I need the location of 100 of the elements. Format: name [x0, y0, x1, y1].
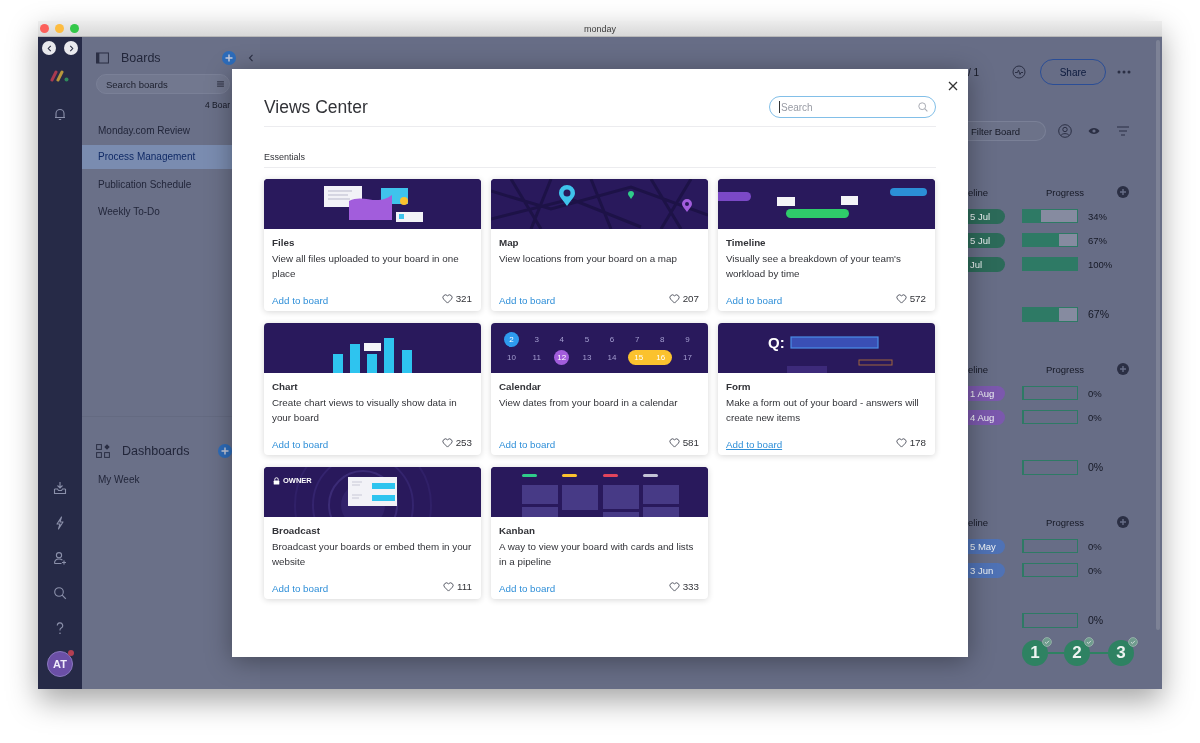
heart-icon[interactable]	[895, 438, 907, 448]
back-button[interactable]	[42, 41, 56, 55]
board-counter: / 1	[968, 66, 981, 78]
chart-bar	[350, 344, 360, 373]
sidebar-panel-icon[interactable]	[96, 52, 109, 64]
progress-reading: 0%	[1088, 614, 1104, 626]
step-circle[interactable]: 1	[1022, 640, 1048, 666]
board-item[interactable]: Monday.com Review	[82, 117, 232, 144]
card-description: View all files uploaded to your board in one place	[272, 252, 460, 281]
column-header: Progress	[1046, 186, 1085, 198]
person-icon[interactable]	[1058, 124, 1072, 138]
timeline-pill[interactable]: 5 May	[968, 538, 1005, 554]
progress-track	[1022, 612, 1078, 628]
more-icon[interactable]	[1117, 70, 1131, 74]
add-dashboard-button[interactable]	[218, 444, 232, 458]
view-card[interactable]: Q: Form Make a form out of your board - answers will create new items Add to board 178	[718, 323, 935, 455]
card-description: Make a form out of your board - answers will create new items	[726, 396, 920, 425]
search-icon[interactable]	[53, 586, 67, 600]
chevron-left-icon[interactable]	[248, 54, 254, 62]
section-title: Dashboards	[122, 443, 190, 459]
window-title: monday	[584, 22, 616, 35]
search-field[interactable]: Search	[769, 96, 936, 118]
search-icon[interactable]	[918, 102, 928, 112]
add-to-board-link[interactable]: Add to board	[499, 294, 556, 308]
bell-icon[interactable]	[53, 107, 67, 121]
chart-bar	[333, 354, 343, 373]
timeline-pill[interactable]: Jul	[968, 256, 1005, 272]
heart-icon[interactable]	[668, 438, 680, 448]
view-card[interactable]: 2 3 4 5 6 7 8 9 10 11 12 13 14 15 16 17 Calendar View dates from your board in a calendar Add to board 581	[491, 323, 708, 455]
text-cursor-icon	[779, 101, 780, 113]
progress-reading: 0%	[1088, 540, 1102, 552]
add-to-board-link[interactable]: Add to board	[499, 582, 556, 596]
search-boards-field[interactable]: Search boards	[96, 74, 230, 94]
add-column-icon[interactable]	[1117, 516, 1129, 528]
column-header: eline	[968, 186, 990, 198]
section-heading: Essentials	[264, 152, 306, 162]
add-to-board-link[interactable]: Add to board	[499, 438, 556, 452]
calendar-day: 5	[579, 331, 595, 347]
logo-icon[interactable]	[49, 70, 71, 82]
view-card[interactable]: Timeline Visually see a breakdown of your team's workload by time Add to board 572	[718, 179, 935, 311]
add-to-board-link[interactable]: Add to board	[272, 582, 329, 596]
add-to-board-link[interactable]: Add to board	[272, 294, 329, 308]
forward-button[interactable]	[64, 41, 78, 55]
activity-icon[interactable]	[1012, 65, 1026, 79]
avatar[interactable]: AT	[47, 651, 73, 677]
card-title: Files	[272, 236, 296, 250]
heart-icon[interactable]	[895, 294, 907, 304]
add-to-board-link[interactable]: Add to board	[726, 294, 783, 308]
add-to-board-link[interactable]: Add to board	[272, 438, 329, 452]
card-description: Create chart views to visually show data in your board	[272, 396, 458, 425]
chevron-right-icon	[68, 44, 74, 52]
board-count: 4 Boar	[204, 99, 230, 111]
eye-icon[interactable]	[1088, 127, 1100, 135]
plus-icon	[221, 447, 229, 455]
progress-reading: 0%	[1088, 411, 1102, 423]
timeline-pill[interactable]: 4 Aug	[968, 409, 1005, 425]
calendar-day: 16	[649, 349, 672, 365]
calendar-day: 11	[529, 349, 545, 365]
add-user-icon[interactable]	[53, 551, 67, 565]
timeline-pill[interactable]: 5 Jul	[968, 232, 1005, 248]
calendar-day: 2	[504, 331, 520, 347]
timeline-pill[interactable]: 1 Aug	[968, 385, 1005, 401]
timeline-pill[interactable]: 5 Jul	[968, 208, 1005, 224]
calendar-day: 12	[554, 349, 570, 365]
column-header: eline	[968, 516, 990, 528]
view-card[interactable]: Files View all files uploaded to your board in one place Add to board 321	[264, 179, 481, 311]
chart-bar	[384, 338, 394, 373]
add-column-icon[interactable]	[1117, 363, 1129, 375]
timeline-pill[interactable]: 3 Jun	[968, 562, 1005, 578]
progress-track	[1022, 410, 1078, 424]
board-item[interactable]: Publication Schedule	[82, 171, 232, 198]
progress-reading: 34%	[1088, 210, 1107, 222]
inbox-icon[interactable]	[53, 481, 67, 495]
step-circle[interactable]: 3	[1108, 640, 1134, 666]
add-to-board-link[interactable]: Add to board	[726, 438, 783, 452]
view-card[interactable]: Map View locations from your board on a map Add to board 207	[491, 179, 708, 311]
board-item[interactable]: Weekly To-Do	[82, 198, 232, 225]
progress-track	[1022, 539, 1078, 553]
view-card[interactable]: Kanban A way to view your board with cards and lists in a pipeline Add to board 333	[491, 467, 708, 599]
progress-track	[1022, 257, 1078, 271]
section-title: Boards	[121, 50, 161, 66]
card-title: Chart	[272, 380, 299, 394]
filter-board-field[interactable]: Filter Board	[968, 121, 1046, 141]
heart-icon[interactable]	[443, 582, 455, 592]
progress-track	[1022, 459, 1078, 475]
step-circle[interactable]: 2	[1064, 640, 1090, 666]
heart-icon[interactable]	[441, 438, 453, 448]
close-window-button[interactable]	[40, 24, 49, 33]
card-description: View dates from your board in a calendar	[499, 396, 679, 410]
heart-icon[interactable]	[668, 294, 680, 304]
view-card[interactable]: Chart Create chart views to visually show data in your board Add to board 253	[264, 323, 481, 455]
heart-icon[interactable]	[441, 294, 453, 304]
add-board-button[interactable]	[222, 51, 236, 65]
like-count: 581	[682, 437, 699, 449]
heart-icon[interactable]	[668, 582, 680, 592]
add-column-icon[interactable]	[1117, 186, 1129, 198]
dashboard-item[interactable]: My Week	[82, 472, 232, 488]
board-item[interactable]: Process Management	[82, 145, 232, 169]
calendar-day: 9	[679, 331, 695, 347]
close-icon[interactable]	[948, 81, 958, 91]
